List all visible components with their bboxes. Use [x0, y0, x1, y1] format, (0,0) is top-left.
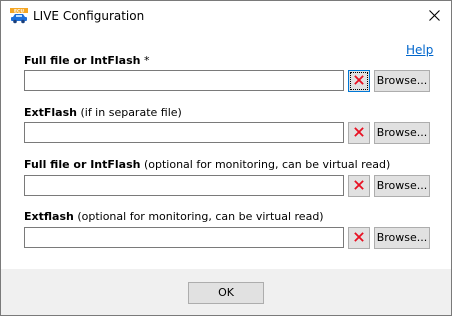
close-icon	[428, 9, 440, 24]
clear-monitor-extflash-button[interactable]	[348, 227, 370, 249]
dialog-window: ECU LIVE Configuration Help Full file or…	[0, 0, 452, 316]
clear-monitor-full-file-button[interactable]	[348, 175, 370, 197]
help-link[interactable]: Help	[406, 43, 433, 58]
row-label-bold: ExtFlash	[24, 106, 77, 119]
red-x-icon	[354, 74, 364, 88]
red-x-icon	[354, 231, 364, 245]
close-button[interactable]	[417, 1, 451, 32]
extflash-input[interactable]	[24, 122, 344, 143]
row-label-monitor-full-file: Full file or IntFlash (optional for moni…	[24, 158, 390, 172]
red-x-icon	[354, 179, 364, 193]
red-x-icon	[354, 126, 364, 140]
row-label-full-file: Full file or IntFlash *	[24, 54, 149, 68]
browse-extflash-button[interactable]: Browse...	[374, 122, 430, 144]
row-label-bold: Full file or IntFlash	[24, 54, 141, 67]
monitor-full-file-input[interactable]	[24, 175, 344, 196]
monitor-extflash-input[interactable]	[24, 227, 344, 248]
row-label-extflash: ExtFlash (if in separate file)	[24, 106, 182, 120]
title-bar: ECU LIVE Configuration	[1, 1, 451, 32]
window-title: LIVE Configuration	[33, 9, 145, 23]
full-file-input[interactable]	[24, 70, 344, 91]
row-label-bold: Extflash	[24, 210, 74, 223]
row-label-monitor-extflash: Extflash (optional for monitoring, can b…	[24, 210, 324, 224]
row-label-bold: Full file or IntFlash	[24, 158, 141, 171]
car-ecu-icon: ECU	[10, 8, 28, 24]
svg-text:ECU: ECU	[14, 9, 24, 15]
row-label-rest: (optional for monitoring, can be virtual…	[140, 158, 391, 171]
row-label-rest: (if in separate file)	[76, 106, 182, 119]
dialog-footer: OK	[1, 269, 451, 315]
clear-full-file-button[interactable]	[348, 70, 370, 92]
ok-button[interactable]: OK	[188, 282, 264, 304]
row-label-rest: (optional for monitoring, can be virtual…	[73, 210, 324, 223]
browse-monitor-full-file-button[interactable]: Browse...	[374, 175, 430, 197]
row-label-rest: *	[140, 54, 150, 67]
browse-monitor-extflash-button[interactable]: Browse...	[374, 227, 430, 249]
browse-full-file-button[interactable]: Browse...	[374, 70, 430, 92]
clear-extflash-button[interactable]	[348, 122, 370, 144]
